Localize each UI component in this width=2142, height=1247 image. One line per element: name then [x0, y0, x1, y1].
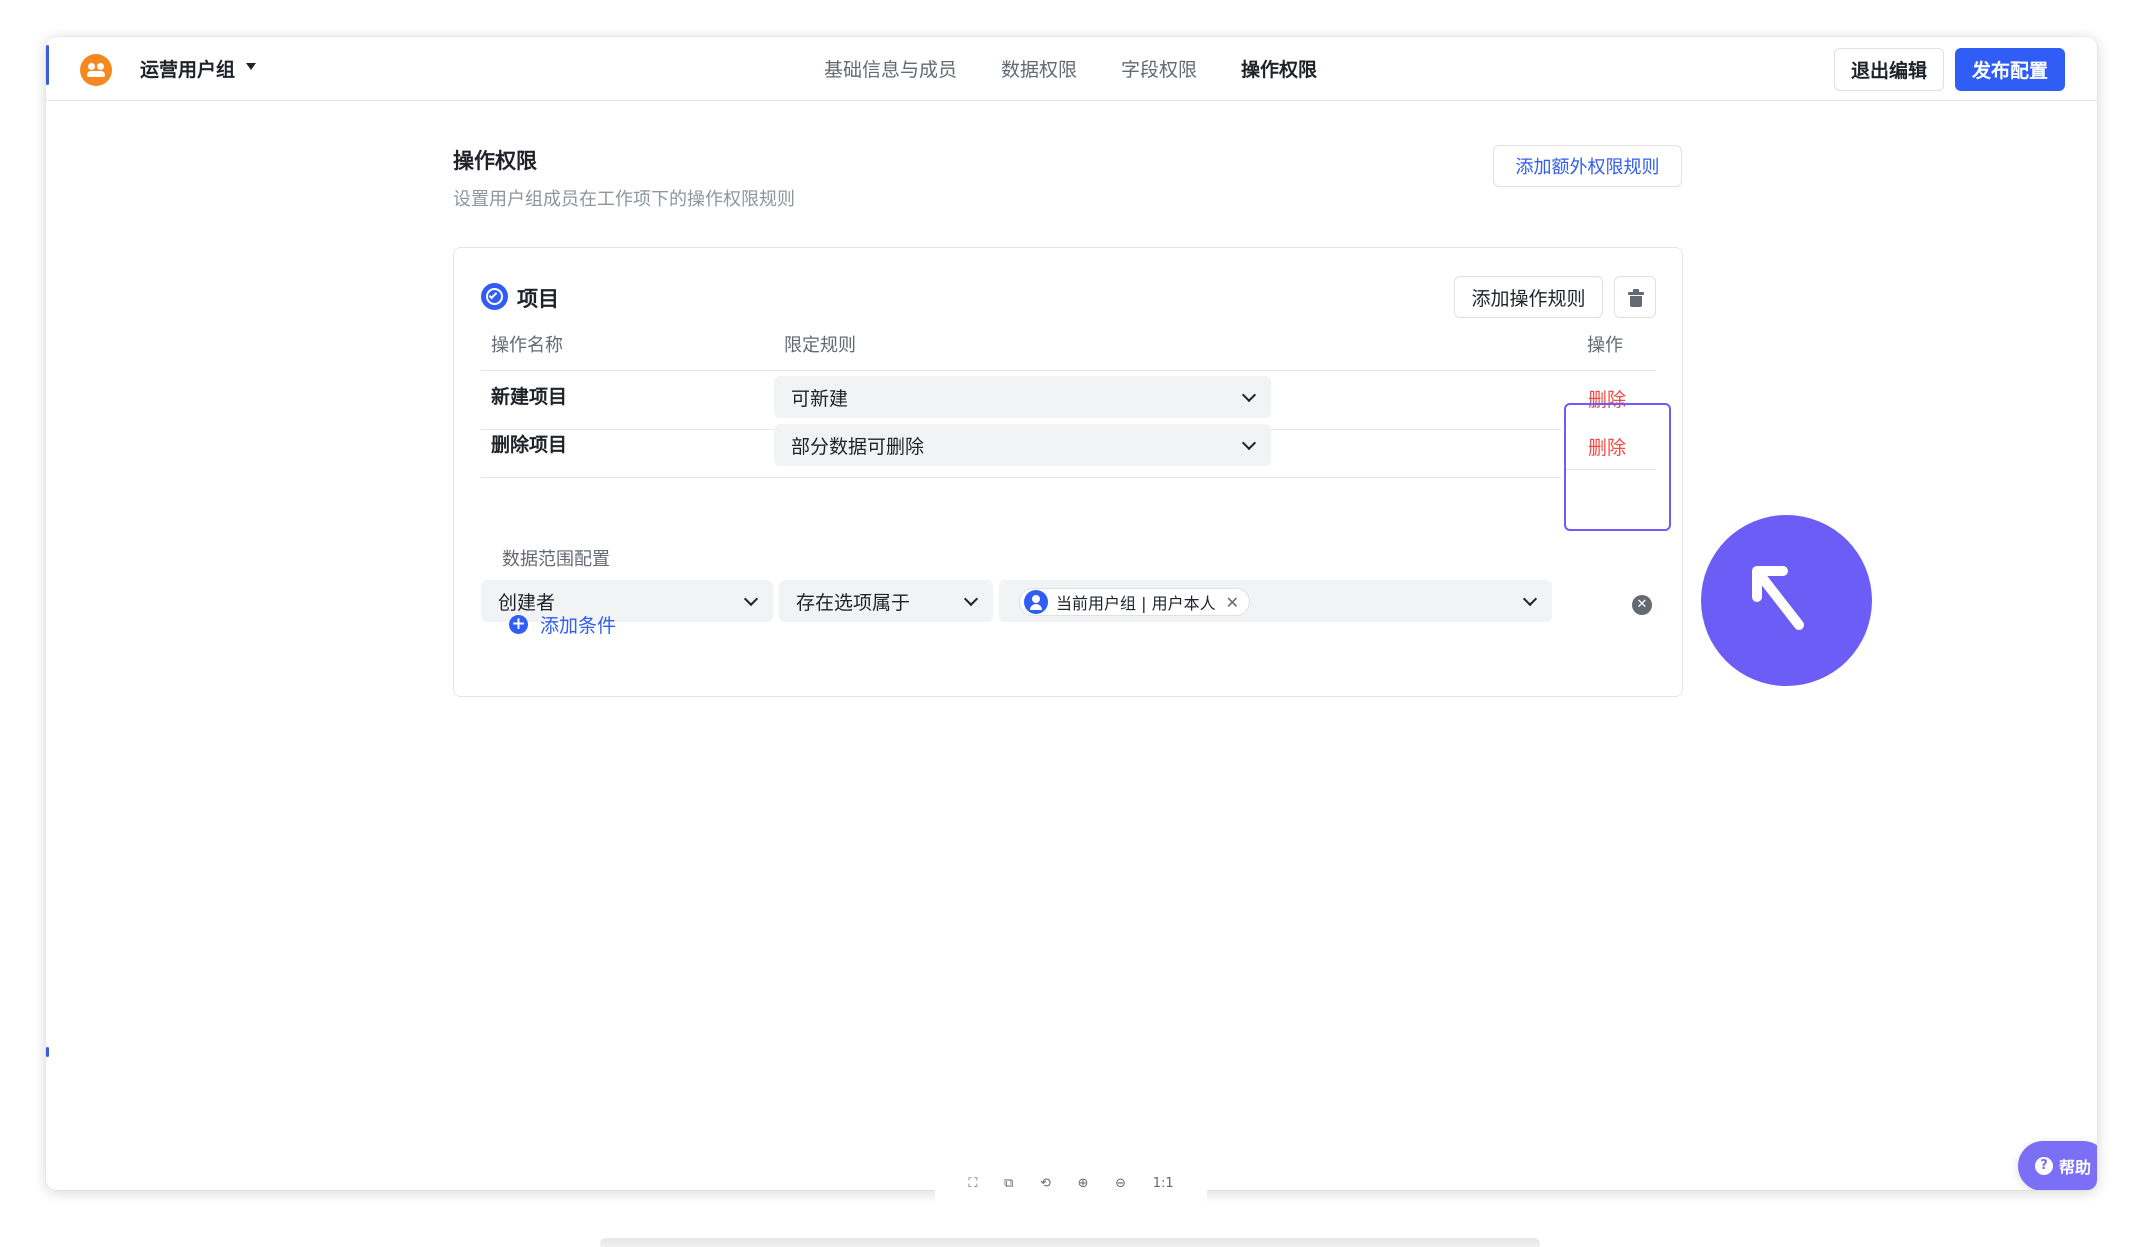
- table-divider: [481, 477, 1561, 478]
- rotate-icon[interactable]: ⟲: [1040, 1176, 1051, 1191]
- actual-size-button[interactable]: 1:1: [1153, 1176, 1174, 1191]
- column-header-rule: 限定规则: [784, 335, 856, 356]
- user-group-icon: [80, 54, 112, 86]
- section-description: 设置用户组成员在工作项下的操作权限规则: [453, 189, 795, 210]
- row-operation-name: 删除项目: [491, 434, 568, 456]
- cursor-pointer-icon: [1701, 515, 1872, 686]
- tab-basic-info[interactable]: 基础信息与成员: [824, 55, 957, 82]
- user-avatar-icon: [1024, 590, 1048, 614]
- remove-token-icon[interactable]: ✕: [1226, 593, 1239, 612]
- help-button[interactable]: ? 帮助: [2018, 1141, 2097, 1190]
- help-label: 帮助: [2058, 1158, 2091, 1177]
- scope-operator-select[interactable]: 存在选项属于: [779, 580, 993, 622]
- column-header-operation-name: 操作名称: [491, 335, 563, 356]
- row-operation-name: 新建项目: [491, 386, 568, 408]
- chevron-down-icon: [1241, 387, 1257, 403]
- tab-field-permission[interactable]: 字段权限: [1121, 55, 1197, 82]
- column-header-action: 操作: [1587, 335, 1623, 356]
- chevron-down-icon: [1522, 591, 1538, 607]
- clear-condition-icon[interactable]: ✕: [1632, 595, 1652, 615]
- highlight-divider: [1566, 469, 1656, 470]
- zoom-in-icon[interactable]: ⊕: [1078, 1176, 1089, 1191]
- scope-operator-value: 存在选项属于: [796, 591, 911, 614]
- value-token-label: 当前用户组 | 用户本人: [1056, 594, 1216, 613]
- card-title: 项目: [517, 287, 559, 311]
- add-extra-rule-button[interactable]: 添加额外权限规则: [1493, 145, 1682, 187]
- add-operation-rule-button[interactable]: 添加操作规则: [1454, 276, 1603, 318]
- window-edge-accent-lower: [46, 1047, 49, 1057]
- table-divider: [481, 370, 1656, 371]
- rule-select-value: 部分数据可删除: [791, 435, 925, 458]
- group-name-selector[interactable]: 运营用户组: [140, 55, 235, 82]
- tab-bar: 基础信息与成员 数据权限 字段权限 操作权限: [824, 55, 1317, 82]
- bottom-shadow: [600, 1238, 1540, 1247]
- add-condition-label: 添加条件: [540, 615, 617, 637]
- copy-icon[interactable]: ⧉: [1004, 1176, 1013, 1191]
- value-token: 当前用户组 | 用户本人 ✕: [1019, 588, 1250, 616]
- rule-select[interactable]: 部分数据可删除: [774, 424, 1271, 466]
- zoom-out-icon[interactable]: ⊖: [1115, 1176, 1126, 1191]
- add-condition-button[interactable]: + 添加条件: [509, 611, 616, 638]
- fullscreen-icon[interactable]: ⛶: [968, 1176, 977, 1191]
- image-viewer-toolbar: ⛶ ⧉ ⟲ ⊕ ⊖ 1:1: [935, 1160, 1207, 1206]
- publish-config-button[interactable]: 发布配置: [1955, 48, 2065, 91]
- project-permission-card: 项目 添加操作规则 操作名称 限定规则 操作 新建项目 可新建 删除 删除项目 …: [453, 247, 1683, 697]
- top-header: 运营用户组 基础信息与成员 数据权限 字段权限 操作权限 退出编辑 发布配置: [46, 37, 2097, 101]
- chevron-down-icon: [963, 591, 979, 607]
- app-window: 运营用户组 基础信息与成员 数据权限 字段权限 操作权限 退出编辑 发布配置 操…: [46, 37, 2097, 1190]
- tab-operation-permission[interactable]: 操作权限: [1241, 55, 1317, 82]
- question-icon: ?: [2034, 1157, 2053, 1175]
- rule-select[interactable]: 可新建: [774, 376, 1271, 418]
- tab-data-permission[interactable]: 数据权限: [1001, 55, 1077, 82]
- section-title: 操作权限: [453, 149, 537, 173]
- exit-edit-button[interactable]: 退出编辑: [1834, 48, 1944, 91]
- check-circle-icon: [481, 283, 508, 310]
- scope-value-select[interactable]: 当前用户组 | 用户本人 ✕: [999, 580, 1552, 622]
- rule-select-value: 可新建: [791, 387, 849, 410]
- chevron-down-icon: [1241, 435, 1257, 451]
- data-scope-label: 数据范围配置: [502, 549, 610, 570]
- trash-icon[interactable]: [1614, 276, 1656, 318]
- action-column-highlight: [1564, 403, 1671, 531]
- caret-down-icon[interactable]: [246, 63, 256, 70]
- plus-circle-icon: +: [509, 615, 528, 634]
- chevron-down-icon: [743, 591, 759, 607]
